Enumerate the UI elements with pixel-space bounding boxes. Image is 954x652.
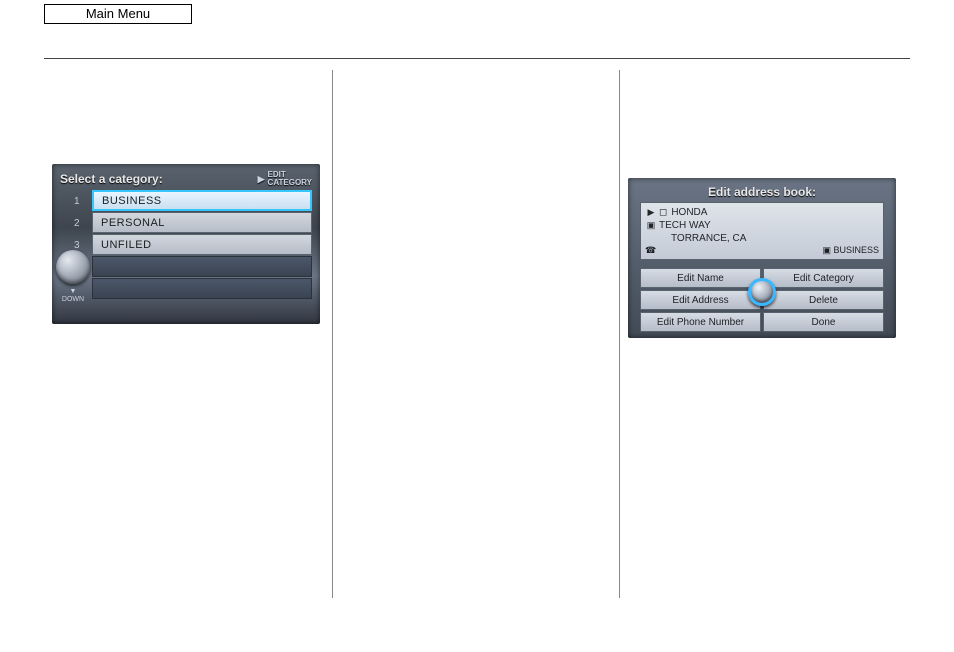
edit-address-book-screen: Edit address book: ▶ ◻ HONDA ▣ TECH WAY … <box>628 178 896 338</box>
cursor-icon: ▶ <box>645 206 657 219</box>
category-row-empty <box>92 256 312 277</box>
address-street: TECH WAY <box>659 219 711 232</box>
category-label: UNFILED <box>101 239 152 251</box>
car-icon: ▣ <box>822 245 831 255</box>
select-category-screen: Select a category: ▶ EDIT CATEGORY 1 2 3… <box>52 164 320 324</box>
row-index-1: 1 <box>74 190 80 212</box>
edit-category-button[interactable]: Edit Category <box>763 268 884 288</box>
row-indices: 1 2 3 <box>74 190 80 256</box>
category-label: BUSINESS <box>102 195 162 207</box>
category-row-unfiled[interactable]: UNFILED <box>92 234 312 255</box>
done-button[interactable]: Done <box>763 312 884 332</box>
column-right: Edit address book: ▶ ◻ HONDA ▣ TECH WAY … <box>620 70 908 598</box>
address-info-panel: ▶ ◻ HONDA ▣ TECH WAY TORRANCE, CA ☎ <box>640 202 884 260</box>
category-row-business[interactable]: BUSINESS <box>92 190 312 211</box>
edit-category-button[interactable]: ▶ EDIT CATEGORY <box>258 171 312 187</box>
category-row-empty <box>92 278 312 299</box>
play-icon: ▶ <box>258 175 265 183</box>
column-middle <box>332 70 620 598</box>
divider-line <box>44 58 910 59</box>
edit-address-book-title: Edit address book: <box>628 185 896 199</box>
select-category-title: Select a category: <box>60 172 163 186</box>
column-left: Select a category: ▶ EDIT CATEGORY 1 2 3… <box>44 70 332 598</box>
rotary-knob[interactable] <box>56 250 90 284</box>
rotary-knob[interactable] <box>748 278 776 306</box>
location-icon: ▣ <box>645 219 657 232</box>
phone-icon: ☎ <box>645 244 656 257</box>
down-label: ▼ DOWN <box>58 288 88 304</box>
main-menu-button[interactable]: Main Menu <box>44 4 192 24</box>
delete-button[interactable]: Delete <box>763 290 884 310</box>
edit-phone-number-button[interactable]: Edit Phone Number <box>640 312 761 332</box>
camera-icon: ◻ <box>659 206 667 219</box>
select-category-header: Select a category: ▶ EDIT CATEGORY <box>60 170 312 188</box>
edit-category-label: EDIT CATEGORY <box>268 171 312 187</box>
page-columns: Select a category: ▶ EDIT CATEGORY 1 2 3… <box>44 70 910 598</box>
row-index-2: 2 <box>74 212 80 234</box>
address-name: HONDA <box>671 206 707 219</box>
edit-address-button[interactable]: Edit Address <box>640 290 761 310</box>
category-label: PERSONAL <box>101 217 165 229</box>
category-list: BUSINESS PERSONAL UNFILED <box>92 190 312 300</box>
category-row-personal[interactable]: PERSONAL <box>92 212 312 233</box>
edit-name-button[interactable]: Edit Name <box>640 268 761 288</box>
category-badge: BUSINESS <box>833 245 879 255</box>
